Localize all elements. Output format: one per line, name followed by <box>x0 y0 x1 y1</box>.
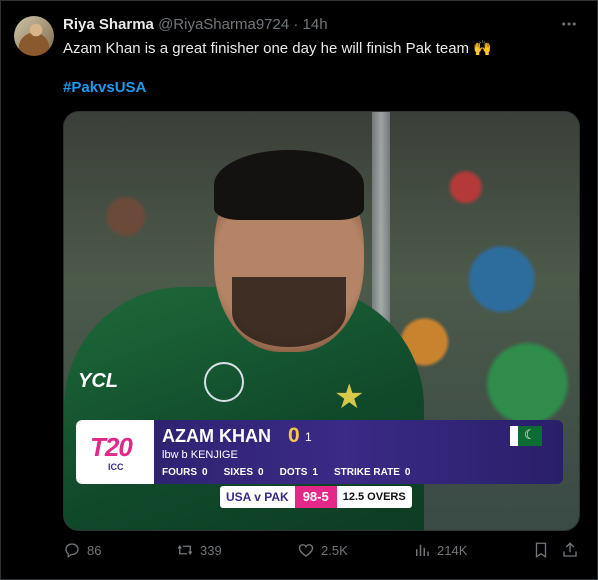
author-handle[interactable]: @RiyaSharma9724 <box>158 16 289 33</box>
jersey-badge-icon <box>204 362 244 402</box>
dismissal-text: lbw b KENJIGE <box>162 449 238 461</box>
share-button[interactable] <box>561 541 579 559</box>
bookmark-button[interactable] <box>532 541 550 559</box>
batter-stats: FOURS 0 SIXES 0 DOTS 1 STRIKE RATE 0 <box>162 467 410 478</box>
tweet-media-image[interactable]: YCL ★ T20 ICC AZAM KHAN 0 1 lbw b KENJIG… <box>63 111 580 531</box>
icc-logo-text: ICC <box>108 462 124 472</box>
reply-icon <box>65 543 79 559</box>
timestamp[interactable]: 14h <box>303 16 328 33</box>
player-hair <box>214 150 364 220</box>
batter-balls: 1 <box>305 430 312 444</box>
jersey-sponsor-logo: YCL <box>78 370 118 392</box>
tweet-card[interactable]: Riya Sharma @RiyaSharma9724 · 14h Azam K… <box>0 0 598 580</box>
match-overs: 12.5 OVERS <box>336 486 412 508</box>
more-icon[interactable] <box>560 15 578 38</box>
pakistan-flag-icon <box>510 426 542 446</box>
tweet-header: Riya Sharma @RiyaSharma9724 · 14h <box>63 16 328 33</box>
reply-button[interactable]: 86 <box>63 541 101 559</box>
repost-icon <box>177 545 193 555</box>
views-button[interactable]: 214K <box>413 541 467 559</box>
t20-logo-text: T20 <box>90 432 133 462</box>
stat-strike-rate: STRIKE RATE 0 <box>333 467 411 478</box>
hashtag-link[interactable]: #PakvsUSA <box>63 79 146 96</box>
tweet-actions-bar: 86 339 2.5K 214K <box>63 541 583 565</box>
match-teams: USA v PAK <box>220 486 295 508</box>
batter-runs: 0 <box>288 424 300 447</box>
repost-button[interactable]: 339 <box>176 541 222 559</box>
heart-icon <box>298 544 314 557</box>
match-score-strip: USA v PAK 98-5 12.5 OVERS <box>220 486 412 508</box>
separator-dot: · <box>293 16 299 33</box>
view-count: 214K <box>437 542 468 558</box>
score-graphic: T20 ICC AZAM KHAN 0 1 lbw b KENJIGE FOUR… <box>76 420 563 484</box>
reply-count: 86 <box>87 542 102 558</box>
like-count: 2.5K <box>321 542 348 558</box>
tweet-text: Azam Khan is a great finisher one day he… <box>63 40 492 57</box>
player-beard <box>232 277 346 347</box>
jersey-star-icon: ★ <box>334 378 365 416</box>
share-icon <box>563 542 577 557</box>
batter-name: AZAM KHAN <box>162 426 271 446</box>
author-name[interactable]: Riya Sharma <box>63 16 154 33</box>
stat-sixes: SIXES 0 <box>223 467 264 478</box>
avatar[interactable] <box>14 16 54 56</box>
t20-world-cup-logo: T20 ICC <box>76 420 154 484</box>
bookmark-icon <box>535 542 547 559</box>
views-chart-icon <box>416 544 429 556</box>
repost-count: 339 <box>200 542 222 558</box>
stat-dots: DOTS 1 <box>279 467 318 478</box>
like-button[interactable]: 2.5K <box>297 541 348 559</box>
match-score: 98-5 <box>294 486 337 508</box>
stat-fours: FOURS 0 <box>162 467 208 478</box>
